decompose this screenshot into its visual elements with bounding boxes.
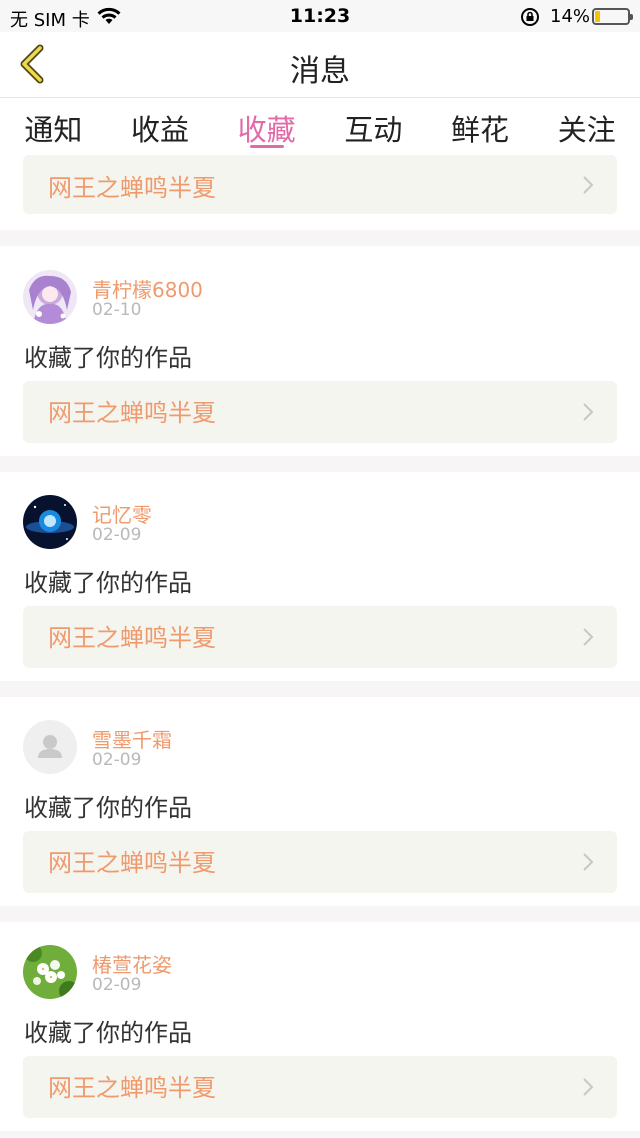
anime-girl-avatar-icon [23,270,77,324]
separator [0,230,640,246]
avatar[interactable] [23,270,77,324]
action-text: 收藏了你的作品 [24,794,192,822]
work-link[interactable]: 网王之蝉鸣半夏 [23,155,617,214]
work-link[interactable]: 网王之蝉鸣半夏 [23,606,617,668]
tab-earnings[interactable]: 收益 [107,99,214,155]
page-title: 消息 [290,54,350,89]
list-item: 雪墨千霜 02-09 收藏了你的作品 网王之蝉鸣半夏 [0,696,640,906]
tab-bar: 通知 收益 收藏 互动 鲜花 关注 [0,99,640,155]
action-text: 收藏了你的作品 [24,344,192,372]
username[interactable]: 雪墨千霜 [92,724,172,753]
username[interactable]: 记忆零 [92,499,152,528]
tab-flowers[interactable]: 鲜花 [427,99,534,155]
battery-icon [592,8,633,25]
separator [0,456,640,472]
battery-percent: 14% [550,6,591,27]
clock: 11:23 [289,5,351,27]
rotation-lock-icon [521,8,539,26]
work-title: 网王之蝉鸣半夏 [48,849,216,877]
tab-notifications[interactable]: 通知 [0,99,107,155]
chevron-right-icon [583,403,594,421]
separator [0,681,640,697]
date: 02-09 [92,525,142,545]
work-title: 网王之蝉鸣半夏 [48,174,216,202]
tab-follows[interactable]: 关注 [533,99,640,155]
work-link[interactable]: 网王之蝉鸣半夏 [23,1056,617,1118]
tab-interactions[interactable]: 互动 [320,99,427,155]
action-text: 收藏了你的作品 [24,569,192,597]
galaxy-avatar-icon [23,495,77,549]
username[interactable]: 青柠檬6800 [92,274,203,303]
list-item: 椿萱花姿 02-09 收藏了你的作品 网王之蝉鸣半夏 [0,921,640,1131]
separator [0,906,640,922]
tab-favorites[interactable]: 收藏 [213,99,320,155]
avatar[interactable] [23,720,77,774]
chevron-right-icon [583,628,594,646]
work-title: 网王之蝉鸣半夏 [48,1074,216,1102]
work-link[interactable]: 网王之蝉鸣半夏 [23,381,617,443]
list-item: 青柠檬6800 02-10 收藏了你的作品 网王之蝉鸣半夏 [0,246,640,456]
default-user-avatar-icon [23,720,77,774]
chevron-right-icon [583,1078,594,1096]
active-tab-indicator [249,145,284,148]
list-item: 记忆零 02-09 收藏了你的作品 网王之蝉鸣半夏 [0,471,640,681]
username[interactable]: 椿萱花姿 [92,949,172,978]
message-feed[interactable]: 网王之蝉鸣半夏 青柠檬6800 02-10 收藏了你的作品 网王之蝉鸣半夏 记忆… [0,155,640,1138]
date: 02-09 [92,975,142,995]
chevron-right-icon [583,853,594,871]
action-text: 收藏了你的作品 [24,1019,192,1047]
work-title: 网王之蝉鸣半夏 [48,399,216,427]
status-bar: 无 SIM 卡 11:23 14% [0,0,640,32]
white-flowers-avatar-icon [23,945,77,999]
avatar[interactable] [23,945,77,999]
date: 02-09 [92,750,142,770]
nav-header: 消息 [0,32,640,98]
separator [0,1131,640,1138]
work-title: 网王之蝉鸣半夏 [48,624,216,652]
work-link[interactable]: 网王之蝉鸣半夏 [23,831,617,893]
avatar[interactable] [23,495,77,549]
date: 02-10 [92,300,142,320]
chevron-right-icon [583,176,594,194]
